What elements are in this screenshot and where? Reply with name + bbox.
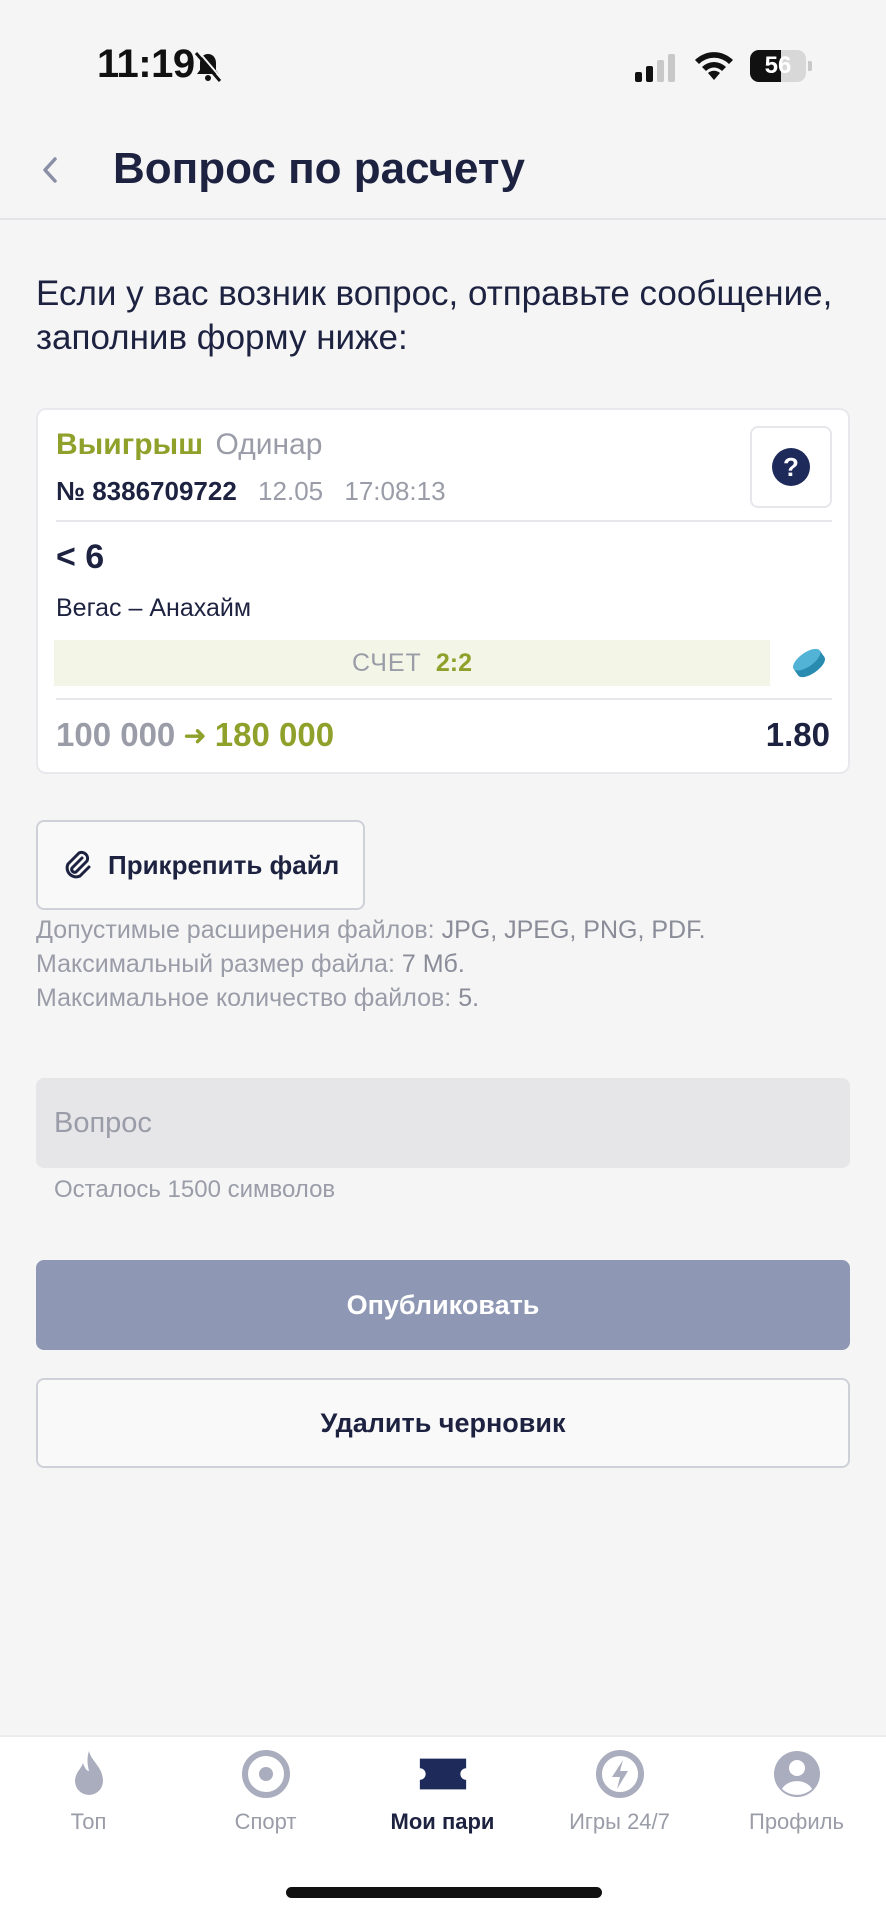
divider: [56, 698, 832, 700]
tab-label: Топ: [70, 1809, 107, 1834]
tab-label: Игры 24/7: [569, 1809, 670, 1834]
tab-top[interactable]: Топ: [0, 1737, 177, 1857]
help-button[interactable]: ?: [750, 426, 832, 508]
score-bar: СЧЕТ 2:2: [54, 640, 770, 686]
home-indicator[interactable]: [286, 1887, 602, 1898]
bet-meta: № 8386709722 12.05 17:08:13: [56, 476, 446, 507]
attach-info-line: Допустимые расширения файлов: JPG, JPEG,…: [36, 916, 706, 944]
score-value: 2:2: [435, 648, 472, 677]
stake-row: 100 000 ➜ 180 000 1.80: [56, 716, 830, 754]
bet-outcome: < 6: [56, 538, 105, 576]
status-time: 11:19: [97, 42, 195, 86]
chars-remaining: Осталось 1500 символов: [54, 1176, 336, 1203]
bet-event: Вегас – Анахайм: [56, 594, 252, 622]
chevron-left-icon: [43, 157, 57, 183]
tab-profile[interactable]: Профиль: [708, 1737, 885, 1857]
delete-draft-button[interactable]: Удалить черновик: [36, 1378, 850, 1468]
tab-label: Мои пари: [390, 1809, 495, 1834]
profile-icon: [773, 1751, 820, 1797]
battery-icon: 56: [750, 50, 812, 82]
divider: [56, 520, 832, 522]
tab-games[interactable]: Игры 24/7: [531, 1737, 708, 1857]
odds-value: 1.80: [765, 716, 830, 753]
cellular-signal-icon: [635, 54, 675, 82]
intro-text: Если у вас возник вопрос, отправьте сооб…: [36, 274, 833, 357]
bet-type: Одинар: [215, 428, 323, 461]
attach-file-button[interactable]: Прикрепить файл: [36, 820, 365, 910]
bet-card: Выигрыш Одинар № 8386709722 12.05 17:08:…: [36, 408, 850, 774]
stake-amount: 100 000: [56, 716, 176, 753]
tab-sport[interactable]: Спорт: [177, 1737, 354, 1857]
bet-time: 17:08:13: [344, 476, 446, 506]
attach-info: Допустимые расширения файлов: JPG, JPEG,…: [36, 913, 706, 1015]
question-input[interactable]: [36, 1078, 850, 1168]
lightning-icon: [595, 1750, 644, 1798]
battery-level: 56: [764, 52, 792, 79]
paperclip-icon: [65, 850, 91, 879]
payout-amount: 180 000: [214, 716, 335, 753]
wifi-icon: [695, 52, 733, 80]
tab-label: Профиль: [749, 1809, 844, 1834]
tab-label: Спорт: [234, 1809, 297, 1834]
bet-header: Выигрыш Одинар: [56, 428, 322, 462]
attach-file-label: Прикрепить файл: [108, 849, 340, 880]
tab-bar: Топ Спорт Мои пари Игры 24/7 Профиль: [0, 1735, 886, 1920]
status-bar: 11:19 56: [0, 0, 886, 120]
hockey-puck-icon: [792, 648, 826, 678]
page-title: Вопрос по расчету: [113, 144, 526, 193]
page-header: Вопрос по расчету: [0, 120, 886, 220]
bet-result: Выигрыш: [56, 428, 204, 461]
ticket-icon: [419, 1758, 466, 1790]
tab-my-bets[interactable]: Мои пари: [354, 1737, 531, 1857]
publish-button[interactable]: Опубликовать: [36, 1260, 850, 1350]
bet-number: № 8386709722: [56, 476, 237, 506]
score-label: СЧЕТ: [352, 648, 422, 677]
back-button[interactable]: [28, 148, 72, 192]
bet-date: 12.05: [258, 476, 324, 506]
attach-info-line: Максимальный размер файла: 7 Мб.: [36, 950, 465, 978]
attach-info-line: Максимальное количество файлов: 5.: [36, 984, 480, 1012]
arrow-right-icon: ➜: [183, 719, 207, 751]
flame-icon: [74, 1751, 103, 1795]
silent-bell-icon: [194, 50, 223, 82]
question-mark-icon: ?: [772, 448, 810, 486]
target-icon: [241, 1750, 290, 1798]
